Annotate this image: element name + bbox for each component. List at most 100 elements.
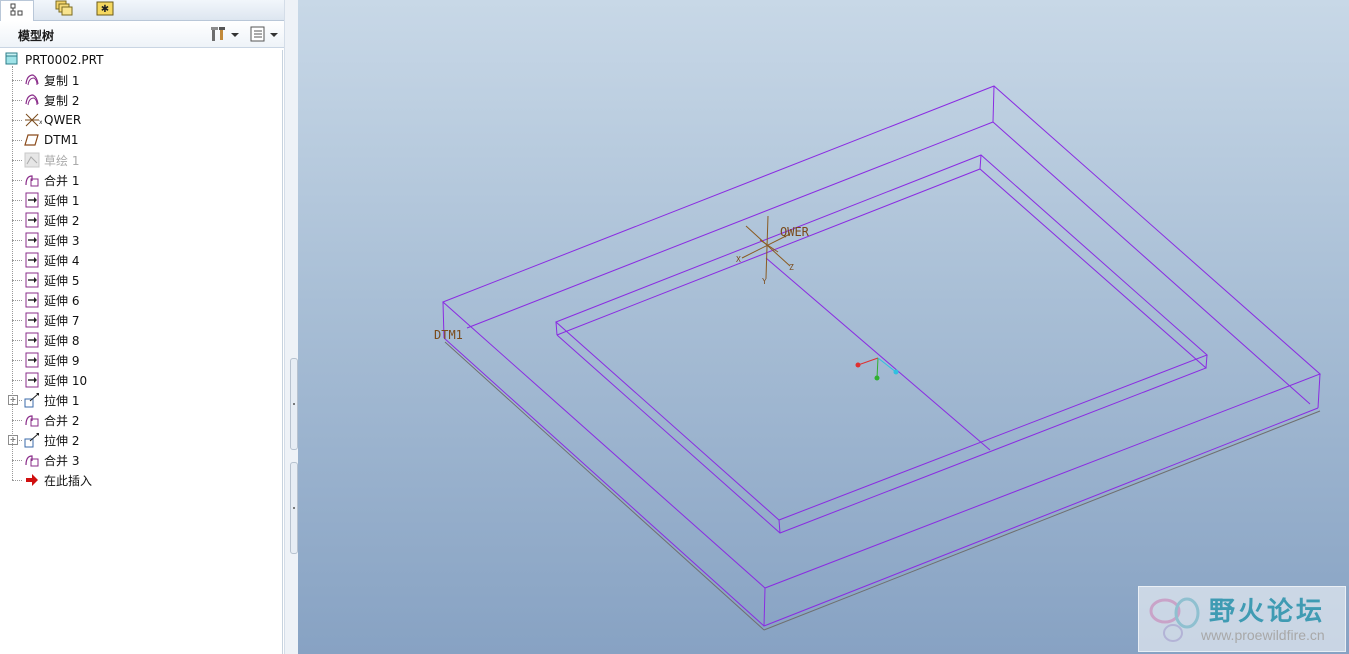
svg-text:x: x bbox=[39, 119, 42, 126]
tree-item[interactable]: 复制 1 bbox=[0, 70, 282, 90]
tree-icon bbox=[10, 3, 24, 20]
chevron-down-icon bbox=[231, 33, 239, 37]
tree-item-label: 拉伸 2 bbox=[44, 433, 80, 448]
tree-item-label: 延伸 7 bbox=[44, 313, 80, 328]
tree-item[interactable]: 延伸 6 bbox=[0, 290, 282, 310]
tree-item[interactable]: 延伸 5 bbox=[0, 270, 282, 290]
model-tree-tab[interactable] bbox=[0, 0, 34, 21]
panel-splitter[interactable] bbox=[284, 0, 299, 654]
merge-icon bbox=[24, 172, 40, 188]
star-folder-icon: ✱ bbox=[96, 0, 114, 19]
expand-icon[interactable]: + bbox=[8, 435, 18, 445]
layers-icon bbox=[55, 0, 73, 19]
tree-item-label: 延伸 3 bbox=[44, 233, 80, 248]
tree-item-label: 草绘 1 bbox=[44, 153, 80, 168]
tree-item-label: 在此插入 bbox=[44, 473, 93, 488]
model-wireframe: QWER X Y Z DTM1 bbox=[434, 85, 1321, 631]
extend-icon bbox=[24, 192, 40, 208]
extend-icon bbox=[24, 272, 40, 288]
tree-columns-icon bbox=[249, 25, 267, 46]
tree-item-label: 延伸 1 bbox=[44, 193, 80, 208]
navigator-tab-strip: ✱ bbox=[0, 0, 288, 21]
expand-icon[interactable]: + bbox=[8, 395, 18, 405]
tree-item[interactable]: 延伸 4 bbox=[0, 250, 282, 270]
part-icon bbox=[5, 52, 21, 68]
datum-plane-icon bbox=[24, 132, 40, 148]
tree-item-label: 合并 1 bbox=[44, 173, 80, 188]
tree-item[interactable]: 延伸 10 bbox=[0, 370, 282, 390]
tree-item[interactable]: DTM1 bbox=[0, 130, 282, 150]
tree-item[interactable]: 在此插入 bbox=[0, 470, 282, 490]
watermark-title: 野火论坛 bbox=[1209, 597, 1326, 627]
tree-item[interactable]: 合并 3 bbox=[0, 450, 282, 470]
layers-tab[interactable] bbox=[47, 0, 81, 19]
extend-icon bbox=[24, 292, 40, 308]
spin-center-icon bbox=[855, 357, 899, 381]
tree-item[interactable]: 草绘 1 bbox=[0, 150, 282, 170]
favorites-tab[interactable]: ✱ bbox=[88, 0, 122, 19]
tree-item[interactable]: x QWER bbox=[0, 110, 282, 130]
tree-item-label: 延伸 5 bbox=[44, 273, 80, 288]
insert-here-arrow-icon bbox=[24, 472, 40, 488]
copy-surface-icon bbox=[24, 72, 40, 88]
tree-item-label: 复制 2 bbox=[44, 93, 80, 108]
csys-axis-x: X bbox=[736, 255, 741, 264]
extend-icon bbox=[24, 212, 40, 228]
tree-item[interactable]: + 拉伸 2 bbox=[0, 430, 282, 450]
datum-plane-label: DTM1 bbox=[434, 328, 463, 342]
butterfly-logo-icon bbox=[1147, 591, 1203, 650]
tree-item[interactable]: + 拉伸 1 bbox=[0, 390, 282, 410]
svg-text:✱: ✱ bbox=[101, 4, 109, 15]
csys-label: QWER bbox=[780, 225, 810, 239]
csys-axis-y: Y bbox=[762, 277, 767, 286]
extend-icon bbox=[24, 372, 40, 388]
model-tree-header: 模型树 bbox=[0, 21, 288, 48]
tree-item[interactable]: 延伸 3 bbox=[0, 230, 282, 250]
tree-item-label: 延伸 2 bbox=[44, 213, 80, 228]
csys-axis-z: Z bbox=[789, 263, 794, 272]
extend-icon bbox=[24, 232, 40, 248]
csys-icon: x bbox=[24, 112, 43, 128]
tree-item-label: 延伸 4 bbox=[44, 253, 80, 268]
tree-item[interactable]: 延伸 2 bbox=[0, 210, 282, 230]
tree-item[interactable]: 延伸 9 bbox=[0, 350, 282, 370]
forum-watermark: 野火论坛 www.proewildfire.cn bbox=[1138, 586, 1346, 652]
tree-item-label: DTM1 bbox=[44, 133, 79, 147]
tree-item-label: 延伸 10 bbox=[44, 373, 88, 388]
extend-icon bbox=[24, 252, 40, 268]
model-tree-title: 模型树 bbox=[18, 29, 55, 43]
tree-connector-line bbox=[12, 66, 13, 480]
splitter-grip-top[interactable] bbox=[290, 358, 298, 450]
tree-item[interactable]: 合并 1 bbox=[0, 170, 282, 190]
tree-item[interactable]: 延伸 1 bbox=[0, 190, 282, 210]
tree-item-label: 延伸 8 bbox=[44, 333, 80, 348]
tree-item-label: 合并 2 bbox=[44, 413, 80, 428]
splitter-grip-bottom[interactable] bbox=[290, 462, 298, 554]
chevron-down-icon bbox=[270, 33, 278, 37]
tree-item-label: 延伸 6 bbox=[44, 293, 80, 308]
tree-item-label: 延伸 9 bbox=[44, 353, 80, 368]
tree-item[interactable]: 延伸 7 bbox=[0, 310, 282, 330]
extend-icon bbox=[24, 332, 40, 348]
tree-item[interactable]: 复制 2 bbox=[0, 90, 282, 110]
tree-item[interactable]: 合并 2 bbox=[0, 410, 282, 430]
graphics-viewport[interactable]: QWER X Y Z DTM1 bbox=[298, 0, 1349, 654]
tree-show-button[interactable] bbox=[249, 25, 278, 45]
copy-surface-icon bbox=[24, 92, 40, 108]
extend-icon bbox=[24, 352, 40, 368]
extend-icon bbox=[24, 312, 40, 328]
navigator-panel: ✱ 模型树 PRT0002.PRT 复制 1 复制 2 x QWER DTM1 … bbox=[0, 0, 288, 654]
tree-item[interactable]: 延伸 8 bbox=[0, 330, 282, 350]
tree-settings-button[interactable] bbox=[210, 25, 239, 45]
merge-icon bbox=[24, 412, 40, 428]
sketch-icon bbox=[24, 152, 40, 168]
extrude-icon bbox=[24, 432, 40, 448]
pocket-top-edge bbox=[555, 154, 1208, 521]
watermark-url: www.proewildfire.cn bbox=[1201, 627, 1325, 643]
tree-item-label: QWER bbox=[44, 113, 82, 127]
tree-item-label: 复制 1 bbox=[44, 73, 80, 88]
tree-root-item[interactable]: PRT0002.PRT bbox=[0, 50, 282, 70]
settings-tools-icon bbox=[210, 25, 228, 46]
outer-top-face-edge bbox=[442, 85, 1321, 589]
tree-root-label: PRT0002.PRT bbox=[25, 53, 104, 67]
